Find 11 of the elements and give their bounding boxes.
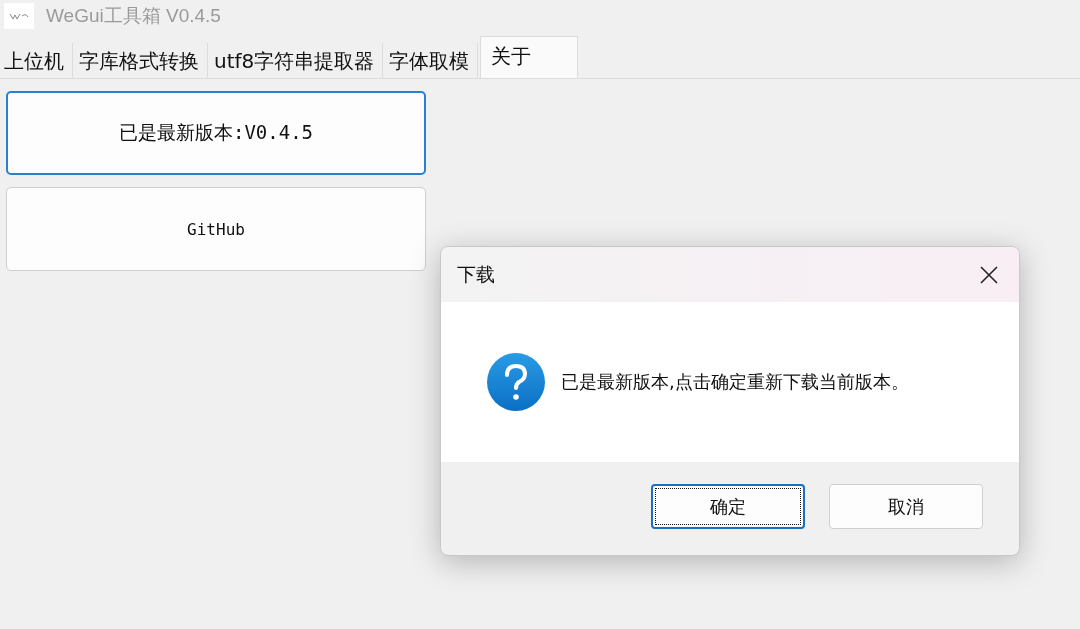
confirm-button[interactable]: 确定 — [651, 484, 805, 529]
version-button[interactable]: 已是最新版本:V0.4.5 — [6, 91, 426, 175]
tab[interactable]: 关于 — [480, 36, 579, 78]
question-icon — [487, 353, 545, 411]
app-logo-icon — [4, 3, 34, 29]
close-icon[interactable] — [979, 264, 999, 285]
cancel-button[interactable]: 取消 — [829, 484, 983, 529]
dialog-message: 已是最新版本,点击确定重新下载当前版本。 — [561, 370, 909, 394]
window-title: WeGui工具箱 V0.4.5 — [46, 4, 221, 28]
github-button[interactable]: GitHub — [6, 187, 426, 271]
dialog-title: 下载 — [457, 261, 495, 287]
